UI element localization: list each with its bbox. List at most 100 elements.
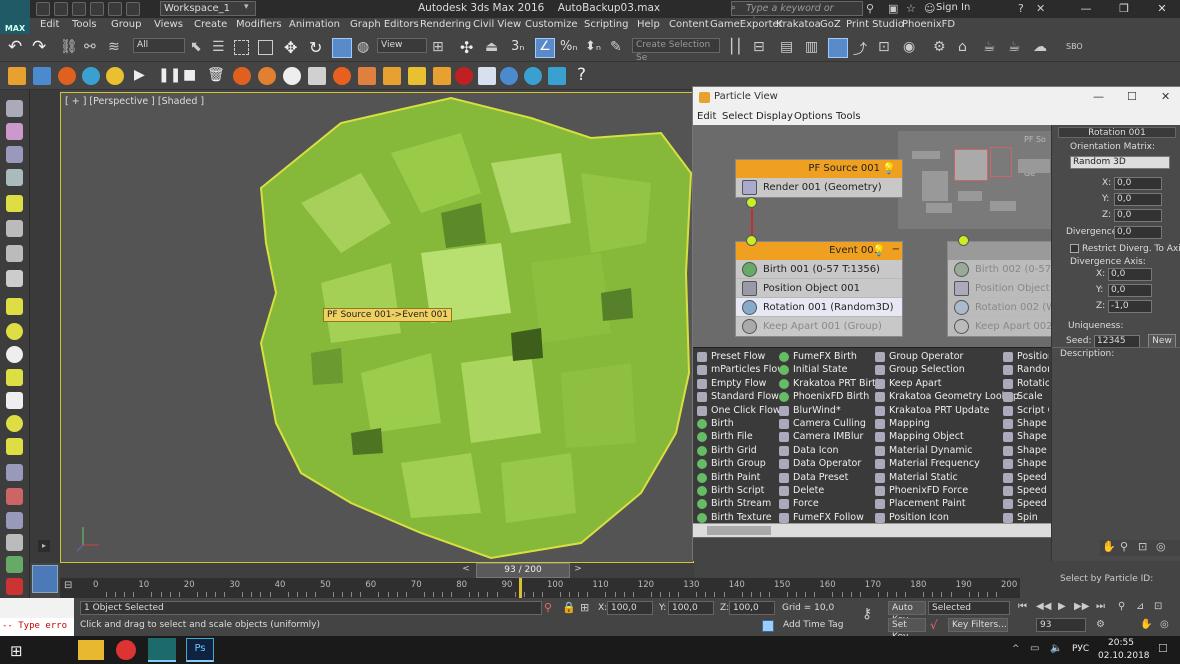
key-tangent-icon[interactable]: √	[930, 618, 938, 632]
mini-curve-editor-icon[interactable]: ⊟	[64, 580, 78, 594]
depot-item[interactable]: Standard Flow	[695, 390, 779, 403]
next-key-icon[interactable]: ▶▶	[1074, 601, 1089, 612]
menu-modifiers[interactable]: Modifiers	[236, 19, 282, 30]
phoenix-ocean-icon[interactable]	[433, 67, 451, 85]
fumefx-gizmo-icon[interactable]	[283, 67, 301, 85]
depot-item[interactable]: PhoenixFD Force	[873, 484, 1001, 497]
depot-item[interactable]: Preset Flow	[695, 350, 775, 363]
orbit-icon[interactable]: ◎	[1156, 540, 1166, 553]
menu-edit[interactable]: Edit	[40, 19, 59, 30]
window-crossing-icon[interactable]	[258, 40, 273, 55]
select-object-icon[interactable]: ⬉	[190, 39, 202, 55]
depot-item[interactable]: Mapping	[873, 417, 1001, 430]
search-input[interactable]: Type a keyword or phrase	[731, 1, 863, 27]
depot-item[interactable]: Group Operator	[873, 350, 1001, 363]
depot-item[interactable]: Birth Group	[695, 457, 775, 470]
phoenix-fire-icon[interactable]	[333, 67, 351, 85]
pan-hand-icon[interactable]: ✋	[1102, 540, 1116, 553]
event-001-node[interactable]: Event 001 💡 − Birth 001 (0-57 T:1356) Po…	[735, 241, 903, 337]
user-icon[interactable]: ☺	[924, 2, 935, 15]
menu-help[interactable]: Help	[637, 19, 660, 30]
help-question-icon[interactable]: ?	[577, 65, 586, 85]
axis-z-field[interactable]: -1,0	[1108, 300, 1152, 313]
time-config-icon[interactable]: ⚙	[1096, 619, 1105, 630]
absolute-mode-icon[interactable]: ⊞	[580, 601, 589, 614]
depot-item[interactable]: Keep Apart	[873, 377, 1001, 390]
search-icon[interactable]: ⚲	[866, 2, 874, 15]
depot-item[interactable]: Camera Culling	[777, 417, 872, 430]
menu-rendering[interactable]: Rendering	[420, 19, 471, 30]
zoom-extents-icon[interactable]: ⊡	[1138, 540, 1147, 553]
sphere-primitive-icon[interactable]	[6, 323, 23, 340]
depot-item[interactable]: Material Static	[873, 471, 1001, 484]
depot-item[interactable]: Scale	[1001, 390, 1049, 403]
depot-item[interactable]: Empty Flow	[695, 377, 775, 390]
scroll-thumb[interactable]	[707, 526, 771, 535]
rotation-operator[interactable]: Rotation 001 (Random3D)	[736, 298, 902, 317]
notifications-icon[interactable]: ☐	[1158, 642, 1168, 655]
depot-item[interactable]: Mapping Object	[873, 430, 1001, 443]
x-field[interactable]: 0,0	[1114, 177, 1162, 190]
link-icon[interactable]: ⛓	[60, 39, 78, 55]
y-coord-field[interactable]: 100,0	[668, 601, 714, 615]
windows-start-icon[interactable]: ⊞	[10, 642, 23, 660]
menu-print-studio[interactable]: Print Studio	[846, 19, 904, 30]
phoenix-record-icon[interactable]	[455, 67, 473, 85]
particle-flow-icon[interactable]	[8, 67, 26, 85]
3dsmax-taskbar-icon[interactable]	[148, 638, 176, 662]
liquid-icon[interactable]	[82, 67, 100, 85]
menu-scripting[interactable]: Scripting	[584, 19, 628, 30]
cylinder-icon[interactable]	[6, 369, 23, 386]
project-folder-icon[interactable]	[126, 2, 140, 16]
depot-item[interactable]: Position	[1001, 350, 1049, 363]
expand-arrow-icon[interactable]: ▸	[38, 540, 50, 552]
minimap-viewport-rect[interactable]	[954, 149, 988, 181]
pv-menu-options[interactable]: Options	[794, 111, 833, 122]
depot-item[interactable]: Group Selection	[873, 363, 1001, 376]
pv-menu-edit[interactable]: Edit	[697, 111, 716, 122]
clock-time[interactable]: 20:55	[1108, 638, 1134, 648]
language-indicator[interactable]: РУС	[1072, 644, 1089, 654]
layer-manager-icon[interactable]: ▤	[780, 39, 793, 55]
wire-connection[interactable]	[751, 209, 753, 237]
hierarchy-panel-icon[interactable]	[6, 146, 23, 163]
depot-item[interactable]: FumeFX Birth	[777, 350, 872, 363]
depot-item[interactable]: Script Op	[1001, 404, 1049, 417]
edit-named-selection-icon[interactable]: ✎	[610, 39, 622, 55]
teapot-icon[interactable]	[6, 438, 23, 455]
depot-item[interactable]: Birth Script	[695, 484, 775, 497]
depot-item[interactable]: Random	[1001, 363, 1049, 376]
time-slider-thumb[interactable]: 93 / 200	[476, 563, 570, 578]
birth-operator[interactable]: Birth 001 (0-57 T:1356)	[736, 260, 902, 279]
helper-icon[interactable]	[6, 512, 23, 529]
particle-cluster[interactable]	[61, 93, 695, 564]
spinner-snap-icon[interactable]: ⬍ₙ	[585, 39, 601, 54]
foliage-icon[interactable]	[6, 556, 23, 573]
depot-item[interactable]: BlurWind*	[777, 404, 872, 417]
menu-graph-editors[interactable]: Graph Editors	[350, 19, 419, 30]
phoenix-wave-icon[interactable]	[500, 67, 518, 85]
new-seed-button[interactable]: New	[1148, 334, 1176, 348]
rect-selection-icon[interactable]	[234, 40, 249, 55]
rotate-icon[interactable]: ↻	[309, 38, 322, 57]
snaps-toggle-icon[interactable]: 3ₙ	[511, 39, 524, 54]
zoom-region-icon[interactable]: ⚲	[1118, 601, 1125, 612]
depot-item[interactable]: Birth	[695, 417, 775, 430]
maxscript-listener[interactable]: -- Type erro	[0, 618, 74, 636]
input-connector[interactable]	[746, 235, 757, 246]
lock-selection-icon[interactable]: 🔒	[562, 601, 576, 614]
app-logo[interactable]: MAX	[0, 0, 30, 34]
depot-item[interactable]: Placement Paint	[873, 497, 1001, 510]
fumefx-object-icon[interactable]	[308, 67, 326, 85]
subscription-icon[interactable]: ▣	[888, 2, 898, 15]
delete-cache-icon[interactable]: 🗑	[207, 67, 225, 83]
depot-item[interactable]: Rotation	[1001, 377, 1049, 390]
depot-item[interactable]: Krakatoa PRT Birth	[777, 377, 882, 390]
volume-icon[interactable]: 🔈	[1050, 643, 1062, 654]
depot-item[interactable]: mParticles Flow	[695, 363, 785, 376]
orbit-subobject-icon[interactable]: ◎	[1160, 619, 1169, 630]
menu-content[interactable]: Content	[669, 19, 709, 30]
lightbulb-icon[interactable]: 💡	[882, 162, 896, 175]
help-icon[interactable]: ?	[1018, 2, 1024, 15]
light-icon[interactable]	[6, 195, 23, 212]
